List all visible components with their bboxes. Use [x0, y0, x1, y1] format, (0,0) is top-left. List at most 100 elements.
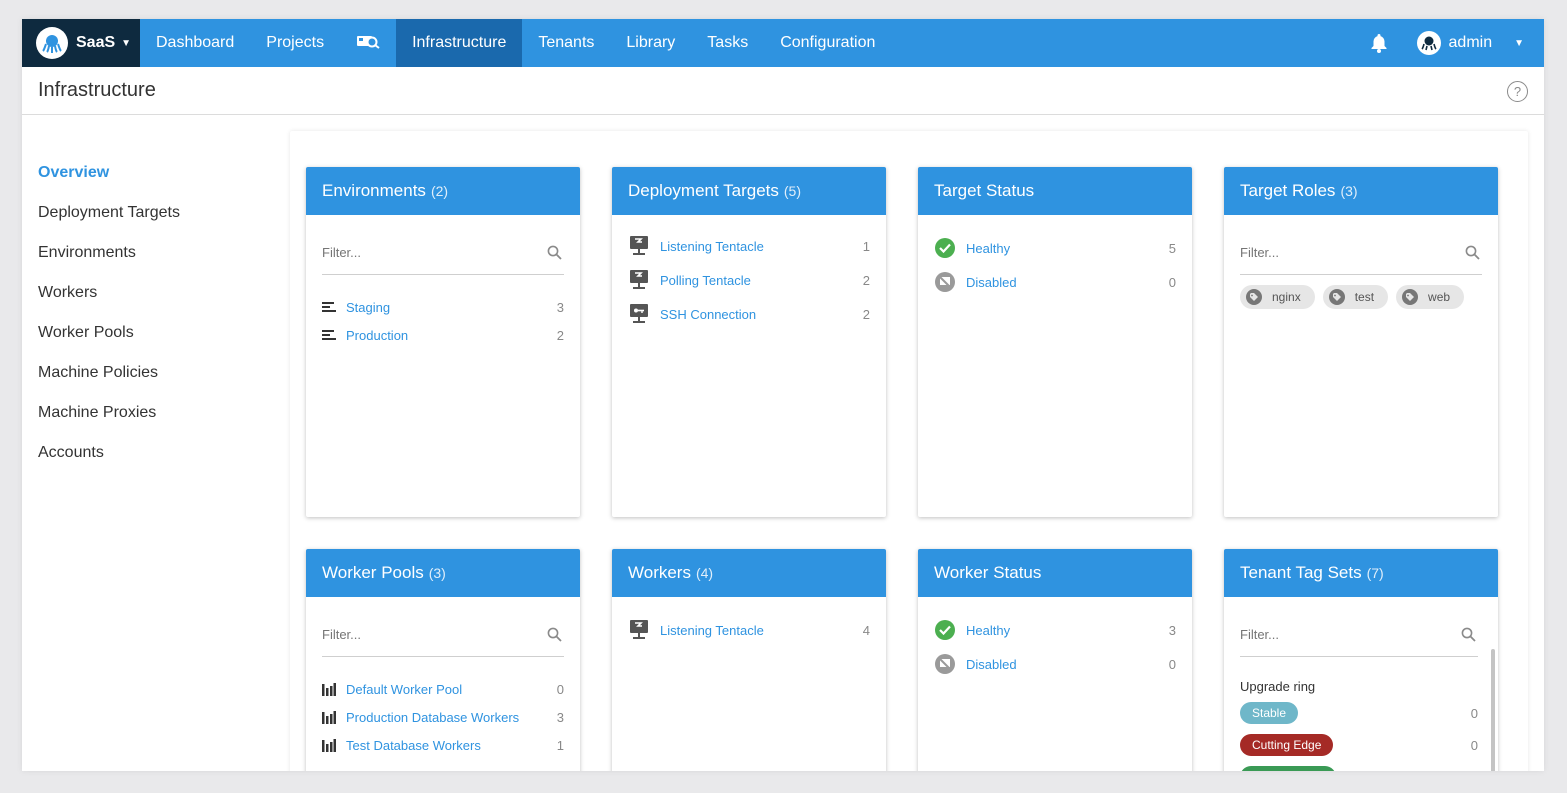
disabled-icon — [934, 271, 960, 293]
role-label: web — [1428, 290, 1451, 304]
list-item: Disabled 0 — [934, 265, 1176, 299]
card-count: (7) — [1366, 565, 1384, 581]
role-chip[interactable]: nginx — [1240, 285, 1315, 309]
tenant-tags-filter — [1240, 613, 1478, 657]
target-link[interactable]: SSH Connection — [660, 307, 856, 322]
role-chip[interactable]: test — [1322, 285, 1389, 309]
role-label: test — [1354, 290, 1375, 304]
help-icon[interactable]: ? — [1507, 81, 1528, 102]
ssh-key-icon — [628, 303, 654, 325]
worker-pool-link[interactable]: Production Database Workers — [346, 710, 550, 725]
item-count: 0 — [1470, 737, 1478, 753]
machine-search-icon — [356, 33, 380, 54]
worker-status-card: Worker Status Healthy 3 Disabled 0 — [918, 549, 1192, 771]
item-count: 1 — [556, 737, 564, 753]
nav-search-machines[interactable] — [340, 19, 396, 67]
nav-tenants[interactable]: Tenants — [522, 19, 610, 67]
status-link[interactable]: Healthy — [966, 241, 1162, 256]
card-title: Workers — [628, 563, 691, 582]
role-chip[interactable]: web — [1396, 285, 1465, 309]
overview-content: Environments (2) Staging 3 Producti — [290, 131, 1528, 771]
tag-pill[interactable] — [1240, 766, 1336, 771]
card-header[interactable]: Target Roles (3) — [1224, 167, 1498, 215]
card-title: Target Roles — [1240, 181, 1336, 200]
sidebar-item-accounts[interactable]: Accounts — [38, 433, 268, 473]
card-header[interactable]: Workers (4) — [612, 549, 886, 597]
list-item-partial — [1240, 761, 1478, 771]
card-header[interactable]: Target Status — [918, 167, 1192, 215]
bell-icon[interactable] — [1359, 33, 1399, 53]
environment-icon — [322, 301, 340, 313]
tag-pill[interactable]: Cutting Edge — [1240, 734, 1334, 756]
card-count: (3) — [428, 565, 446, 581]
item-count: 0 — [556, 681, 564, 697]
environment-link[interactable]: Production — [346, 328, 550, 343]
list-item: Production Database Workers 3 — [322, 703, 564, 731]
scrollbar[interactable] — [1491, 649, 1495, 771]
nav-tasks[interactable]: Tasks — [691, 19, 764, 67]
page-title: Infrastructure — [38, 79, 156, 101]
tag-icon — [1328, 289, 1345, 305]
target-link[interactable]: Polling Tentacle — [660, 273, 856, 288]
sidebar-item-overview[interactable]: Overview — [38, 153, 268, 193]
sidebar-item-workers[interactable]: Workers — [38, 273, 268, 313]
worker-pools-filter — [322, 613, 564, 657]
list-item: Listening Tentacle 1 — [628, 229, 870, 263]
worker-pool-link[interactable]: Default Worker Pool — [346, 682, 550, 697]
item-count: 3 — [556, 709, 564, 725]
sidebar-item-machine-proxies[interactable]: Machine Proxies — [38, 393, 268, 433]
card-header[interactable]: Deployment Targets (5) — [612, 167, 886, 215]
nav-infrastructure[interactable]: Infrastructure — [396, 19, 523, 67]
list-item: Disabled 0 — [934, 647, 1176, 681]
list-item: Listening Tentacle 4 — [628, 613, 870, 647]
target-link[interactable]: Listening Tentacle — [660, 239, 856, 254]
chevron-down-icon: ▼ — [121, 37, 132, 49]
list-item: Production 2 — [322, 321, 564, 349]
list-item: Cutting Edge 0 — [1240, 729, 1478, 761]
filter-input[interactable] — [322, 245, 522, 260]
search-icon — [1461, 627, 1476, 647]
nav-library[interactable]: Library — [610, 19, 691, 67]
status-link[interactable]: Disabled — [966, 275, 1162, 290]
target-status-card: Target Status Healthy 5 Disabled 0 — [918, 167, 1192, 517]
worker-pool-link[interactable]: Test Database Workers — [346, 738, 550, 753]
tag-pill[interactable]: Stable — [1240, 702, 1299, 724]
item-count: 3 — [1168, 622, 1176, 638]
card-title: Deployment Targets — [628, 181, 779, 200]
worker-link[interactable]: Listening Tentacle — [660, 623, 856, 638]
page-header: Infrastructure ? — [22, 67, 1544, 115]
environment-link[interactable]: Staging — [346, 300, 550, 315]
card-title: Worker Pools — [322, 563, 424, 582]
nav-dashboard[interactable]: Dashboard — [140, 19, 250, 67]
listening-tentacle-icon — [628, 235, 654, 257]
card-header[interactable]: Environments (2) — [306, 167, 580, 215]
sidebar: Overview Deployment Targets Environments… — [38, 153, 268, 473]
sidebar-item-machine-policies[interactable]: Machine Policies — [38, 353, 268, 393]
status-link[interactable]: Healthy — [966, 623, 1162, 638]
space-switcher[interactable]: SaaS ▼ — [22, 19, 140, 67]
card-title: Environments — [322, 181, 426, 200]
status-link[interactable]: Disabled — [966, 657, 1162, 672]
card-title: Worker Status — [934, 563, 1042, 582]
card-header[interactable]: Worker Status — [918, 549, 1192, 597]
card-header[interactable]: Worker Pools (3) — [306, 549, 580, 597]
healthy-check-icon — [934, 237, 960, 259]
healthy-check-icon — [934, 619, 960, 641]
worker-pools-card: Worker Pools (3) Default Worker Pool 0 — [306, 549, 580, 771]
nav-configuration[interactable]: Configuration — [764, 19, 891, 67]
sidebar-item-environments[interactable]: Environments — [38, 233, 268, 273]
sidebar-item-worker-pools[interactable]: Worker Pools — [38, 313, 268, 353]
user-menu[interactable]: admin ▼ — [1416, 31, 1544, 55]
sidebar-item-deployment-targets[interactable]: Deployment Targets — [38, 193, 268, 233]
card-header[interactable]: Tenant Tag Sets (7) — [1224, 549, 1498, 597]
avatar-icon — [1416, 31, 1441, 55]
card-count: (2) — [430, 183, 449, 199]
nav-projects[interactable]: Projects — [250, 19, 340, 67]
item-count: 1 — [862, 238, 870, 254]
filter-input[interactable] — [1240, 245, 1440, 260]
filter-input[interactable] — [322, 627, 522, 642]
target-roles-card: Target Roles (3) nginx — [1224, 167, 1498, 517]
filter-input[interactable] — [1240, 627, 1440, 642]
card-count: (4) — [695, 565, 714, 581]
listening-tentacle-icon — [628, 619, 654, 641]
